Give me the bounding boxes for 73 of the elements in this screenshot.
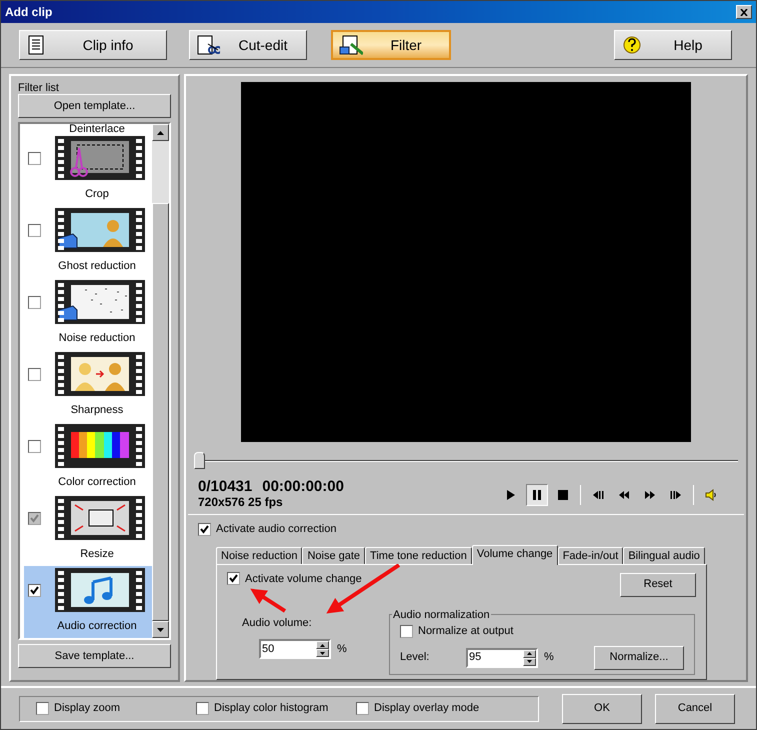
- checkbox-label: Display zoom: [54, 701, 120, 716]
- tab[interactable]: Time tone reduction: [365, 546, 472, 564]
- unit-label: %: [544, 650, 554, 666]
- position-slider[interactable]: [194, 450, 738, 470]
- open-template-button[interactable]: Open template...: [18, 94, 171, 118]
- document-brush-icon: [339, 34, 363, 56]
- checkbox[interactable]: [36, 702, 49, 715]
- unit-label: %: [337, 642, 347, 657]
- checkbox-label: Activate volume change: [245, 572, 362, 586]
- checkbox[interactable]: [196, 702, 209, 715]
- toolbar-tab[interactable]: Clip info: [19, 30, 167, 60]
- cancel-button[interactable]: Cancel: [655, 694, 735, 724]
- down-arrow-icon: [157, 628, 164, 632]
- checkbox[interactable]: [28, 368, 41, 380]
- up-arrow-icon: [157, 130, 164, 134]
- ok-button[interactable]: OK: [562, 694, 642, 724]
- checkbox[interactable]: [400, 624, 413, 638]
- filter-label: Deinterlace: [68, 124, 126, 134]
- tab[interactable]: Noise reduction: [216, 546, 302, 564]
- normalize-button[interactable]: Normalize...: [594, 646, 684, 670]
- checkbox[interactable]: [28, 584, 41, 596]
- filter-label: Resize: [79, 547, 114, 562]
- tab[interactable]: Bilingual audio: [623, 546, 705, 564]
- checkbox[interactable]: [198, 522, 211, 536]
- scrollbar[interactable]: [152, 124, 169, 638]
- filter-label: Audio correction: [56, 619, 137, 634]
- scroll-thumb[interactable]: [152, 203, 169, 621]
- field-label: Audio volume:: [242, 616, 313, 630]
- toolbar-tab[interactable]: Help: [614, 30, 732, 60]
- scroll-down-button[interactable]: [152, 621, 169, 638]
- field-label: Level:: [400, 650, 430, 666]
- scissors-document-icon: [196, 34, 220, 56]
- speaker-icon: [704, 488, 718, 502]
- tab[interactable]: Volume change: [472, 544, 558, 564]
- checkbox[interactable]: [28, 152, 41, 164]
- slider-thumb[interactable]: [194, 452, 205, 469]
- step-forward-icon: [669, 488, 683, 502]
- selected-filter-item[interactable]: Audio correction: [24, 566, 152, 638]
- checkbox-label: Activate audio correction: [216, 522, 336, 537]
- toolbar-tab[interactable]: Cut-edit: [189, 30, 307, 60]
- transport-button[interactable]: [526, 484, 548, 506]
- close-icon: [740, 8, 748, 16]
- window-title: Add clip: [5, 4, 52, 21]
- checkbox[interactable]: [28, 296, 41, 308]
- close-button[interactable]: [736, 5, 752, 19]
- filter-label: Color correction: [57, 475, 136, 490]
- scroll-up-button[interactable]: [152, 124, 169, 141]
- save-template-button[interactable]: Save template...: [18, 644, 171, 668]
- filter-label: Ghost reduction: [57, 259, 136, 274]
- filter-label: Crop: [84, 187, 109, 202]
- rewind-icon: [617, 488, 631, 502]
- stop-icon: [556, 488, 570, 502]
- tab[interactable]: Fade-in/out: [558, 546, 624, 564]
- pause-icon: [530, 488, 544, 502]
- checkbox-label: Display overlay mode: [374, 701, 480, 716]
- checkbox[interactable]: [28, 440, 41, 452]
- frame-counter: 0/10431: [198, 479, 252, 494]
- timecode: 00:00:00:00: [262, 479, 344, 494]
- video-format: 720x576 25 fps: [198, 496, 284, 508]
- checkbox[interactable]: [28, 224, 41, 236]
- toolbar-tab[interactable]: Filter: [331, 30, 451, 60]
- checkbox[interactable]: [356, 702, 369, 715]
- filter-label: Noise reduction: [58, 331, 136, 346]
- group-title: Audio normalization: [392, 608, 491, 622]
- fast-forward-icon: [643, 488, 657, 502]
- checkbox[interactable]: [227, 572, 240, 586]
- reset-button[interactable]: Reset: [620, 572, 696, 596]
- filter-label: Sharpness: [70, 403, 124, 418]
- checkbox-label: Display color histogram: [214, 701, 328, 716]
- panel-label: Filter list: [18, 81, 60, 94]
- tab[interactable]: Noise gate: [302, 546, 366, 564]
- checkbox-label: Normalize at output: [418, 624, 514, 639]
- step-back-icon: [591, 488, 605, 502]
